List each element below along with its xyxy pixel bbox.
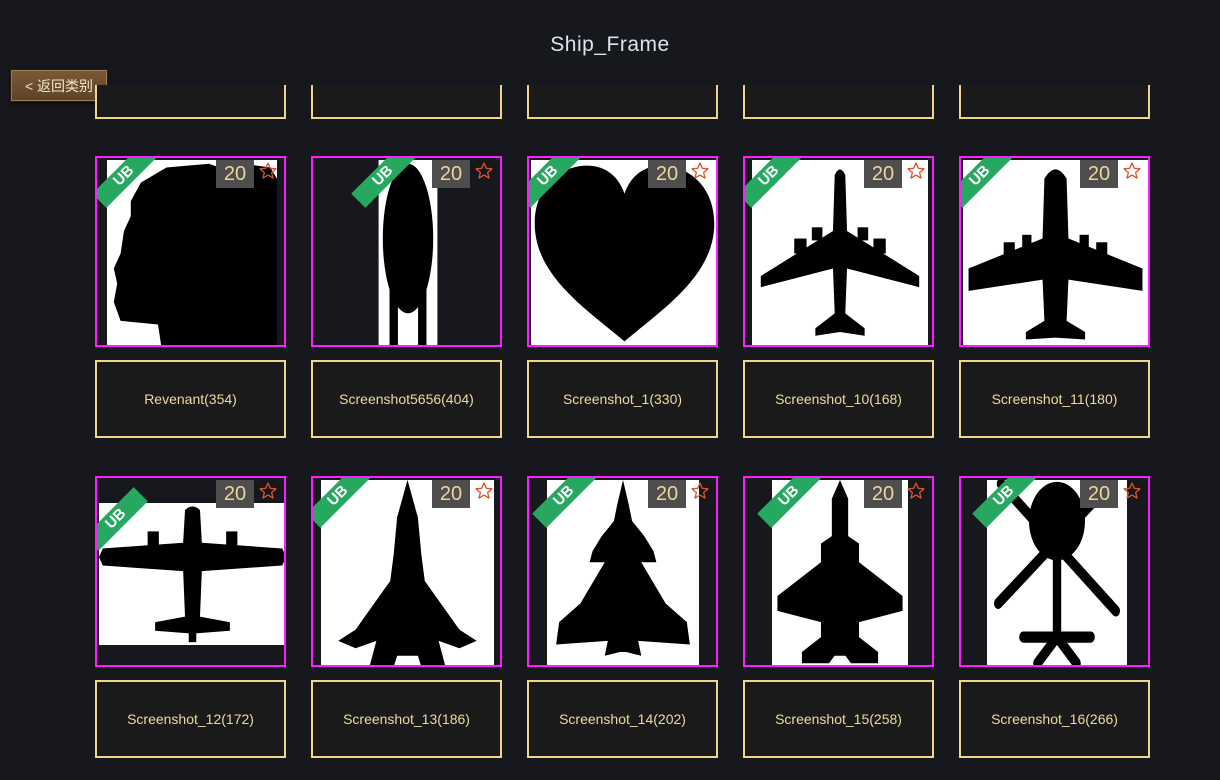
favorite-star-icon[interactable] <box>690 161 710 181</box>
favorite-star-icon[interactable] <box>258 161 278 181</box>
item-label-button[interactable]: Screenshot5656(404) <box>311 360 502 438</box>
partial-label-card[interactable] <box>743 85 934 119</box>
airliner-silhouette-image <box>752 160 928 345</box>
partial-label-card[interactable] <box>311 85 502 119</box>
item-grid: UB 20 Revenant(354) UB 20 Screenshot5656(404)… <box>0 0 1220 780</box>
item-thumbnail[interactable]: UB 20 <box>527 156 718 347</box>
count-badge: 20 <box>216 480 254 508</box>
partial-label-card[interactable] <box>95 85 286 119</box>
item-label-button[interactable]: Screenshot_12(172) <box>95 680 286 758</box>
partial-label-card[interactable] <box>527 85 718 119</box>
item-label-button[interactable]: Screenshot_11(180) <box>959 360 1150 438</box>
item-thumbnail[interactable]: UB 20 <box>311 476 502 667</box>
drone-silhouette-image <box>987 480 1127 665</box>
item-label-button[interactable]: Screenshot_15(258) <box>743 680 934 758</box>
count-badge: 20 <box>432 160 470 188</box>
revenant-silhouette-image <box>107 160 277 345</box>
item-label-button[interactable]: Screenshot_10(168) <box>743 360 934 438</box>
item-thumbnail[interactable]: UB 20 <box>743 476 934 667</box>
item-thumbnail[interactable]: UB 20 <box>311 156 502 347</box>
item-thumbnail[interactable]: UB 20 <box>527 476 718 667</box>
favorite-star-icon[interactable] <box>906 481 926 501</box>
count-badge: 20 <box>1080 480 1118 508</box>
delta-silhouette-image <box>547 480 699 665</box>
item-label-button[interactable]: Screenshot_13(186) <box>311 680 502 758</box>
favorite-star-icon[interactable] <box>1122 481 1142 501</box>
propplane-silhouette-image <box>99 503 284 645</box>
favorite-star-icon[interactable] <box>690 481 710 501</box>
heart-silhouette-image <box>531 160 716 345</box>
item-label-button[interactable]: Screenshot_14(202) <box>527 680 718 758</box>
item-label-button[interactable]: Screenshot_16(266) <box>959 680 1150 758</box>
count-badge: 20 <box>648 480 686 508</box>
favorite-star-icon[interactable] <box>474 481 494 501</box>
count-badge: 20 <box>216 160 254 188</box>
item-thumbnail[interactable]: UB 20 <box>743 156 934 347</box>
favorite-star-icon[interactable] <box>906 161 926 181</box>
transport-silhouette-image <box>963 160 1148 345</box>
count-badge: 20 <box>864 160 902 188</box>
count-badge: 20 <box>648 160 686 188</box>
item-thumbnail[interactable]: UB 20 <box>95 156 286 347</box>
favorite-star-icon[interactable] <box>474 161 494 181</box>
count-badge: 20 <box>1080 160 1118 188</box>
jet-silhouette-image <box>772 480 908 665</box>
count-badge: 20 <box>864 480 902 508</box>
item-label-button[interactable]: Revenant(354) <box>95 360 286 438</box>
count-badge: 20 <box>432 480 470 508</box>
item-thumbnail[interactable]: UB 20 <box>95 476 286 667</box>
favorite-star-icon[interactable] <box>258 481 278 501</box>
item-thumbnail[interactable]: UB 20 <box>959 156 1150 347</box>
fighter-silhouette-image <box>321 480 494 665</box>
item-label-button[interactable]: Screenshot_1(330) <box>527 360 718 438</box>
item-thumbnail[interactable]: UB 20 <box>959 476 1150 667</box>
partial-label-card[interactable] <box>959 85 1150 119</box>
favorite-star-icon[interactable] <box>1122 161 1142 181</box>
